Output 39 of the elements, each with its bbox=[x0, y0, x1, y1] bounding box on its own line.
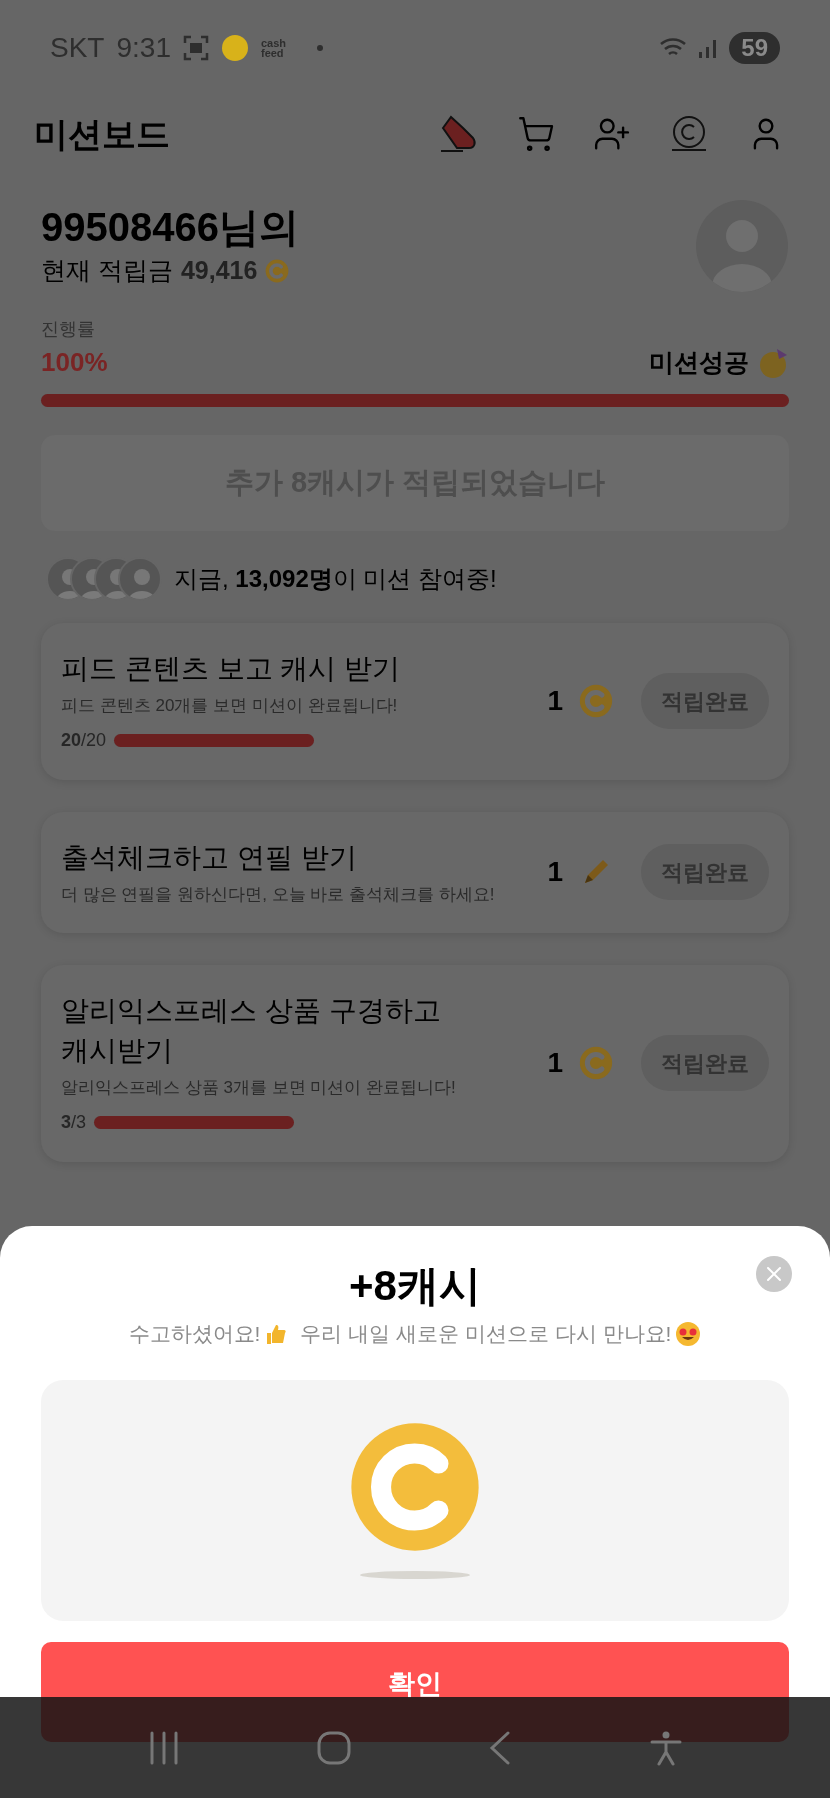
home-icon[interactable] bbox=[315, 1729, 352, 1766]
clock-text: 9:31 bbox=[116, 31, 171, 65]
sheet-message: 우리 내일 새로운 미션으로 다시 만나요! bbox=[300, 1321, 672, 1347]
mission-description: 피드 콘텐츠 20개를 보면 미션이 완료됩니다! bbox=[61, 695, 399, 717]
sheet-message: 수고하셨어요! bbox=[128, 1321, 261, 1347]
balance-amount: 49,416 bbox=[180, 255, 258, 287]
app-label: cash feed bbox=[260, 38, 288, 58]
balance-label: 현재 적립금 bbox=[41, 255, 173, 287]
mission-status: 미션성공 bbox=[649, 346, 749, 378]
accessibility-icon[interactable] bbox=[648, 1729, 683, 1766]
coin-icon bbox=[348, 1420, 482, 1554]
star-eyes-face-icon bbox=[675, 1320, 702, 1347]
reward-amount: 1 bbox=[547, 855, 563, 890]
battery-indicator: 59 bbox=[729, 32, 780, 64]
cart-icon[interactable] bbox=[517, 115, 555, 153]
participants-text: 지금, 13,092명이 미션 참여중! bbox=[174, 564, 497, 594]
coin-icon[interactable] bbox=[669, 114, 709, 154]
mission-title: 피드 콘텐츠 보고 캐시 받기 bbox=[61, 652, 402, 686]
carrier-text: SKT bbox=[50, 31, 105, 65]
coin-icon bbox=[579, 1046, 613, 1081]
screenshot-icon bbox=[182, 35, 209, 61]
mission-count: 3/3 bbox=[61, 1110, 87, 1134]
sheet-title: +8캐시 bbox=[349, 1261, 481, 1311]
coin-icon bbox=[220, 34, 249, 62]
page-title: 미션보드 bbox=[34, 113, 170, 155]
mission-description: 더 많은 연필을 원하신다면, 오늘 바로 출석체크를 하세요! bbox=[61, 883, 496, 906]
mission-count: 20/20 bbox=[61, 728, 107, 752]
sneaker-icon[interactable] bbox=[439, 114, 479, 154]
coin-icon bbox=[265, 259, 290, 283]
user-name: 99508466님의 bbox=[41, 204, 299, 252]
shadow-icon bbox=[360, 1570, 470, 1580]
mission-title: 알리익스프레스 상품 구경하고 캐시받기 bbox=[61, 994, 442, 1068]
mission-title: 출석체크하고 연필 받기 bbox=[61, 840, 358, 875]
reward-amount: 1 bbox=[547, 684, 563, 719]
progress-percent: 100% bbox=[41, 346, 108, 379]
reward-amount: 1 bbox=[547, 1046, 563, 1081]
mission-description: 알리익스프레스 상품 3개를 보면 미션이 완료됩니다! bbox=[61, 1077, 457, 1099]
participant-avatar bbox=[118, 557, 162, 601]
coin-icon bbox=[579, 684, 613, 719]
